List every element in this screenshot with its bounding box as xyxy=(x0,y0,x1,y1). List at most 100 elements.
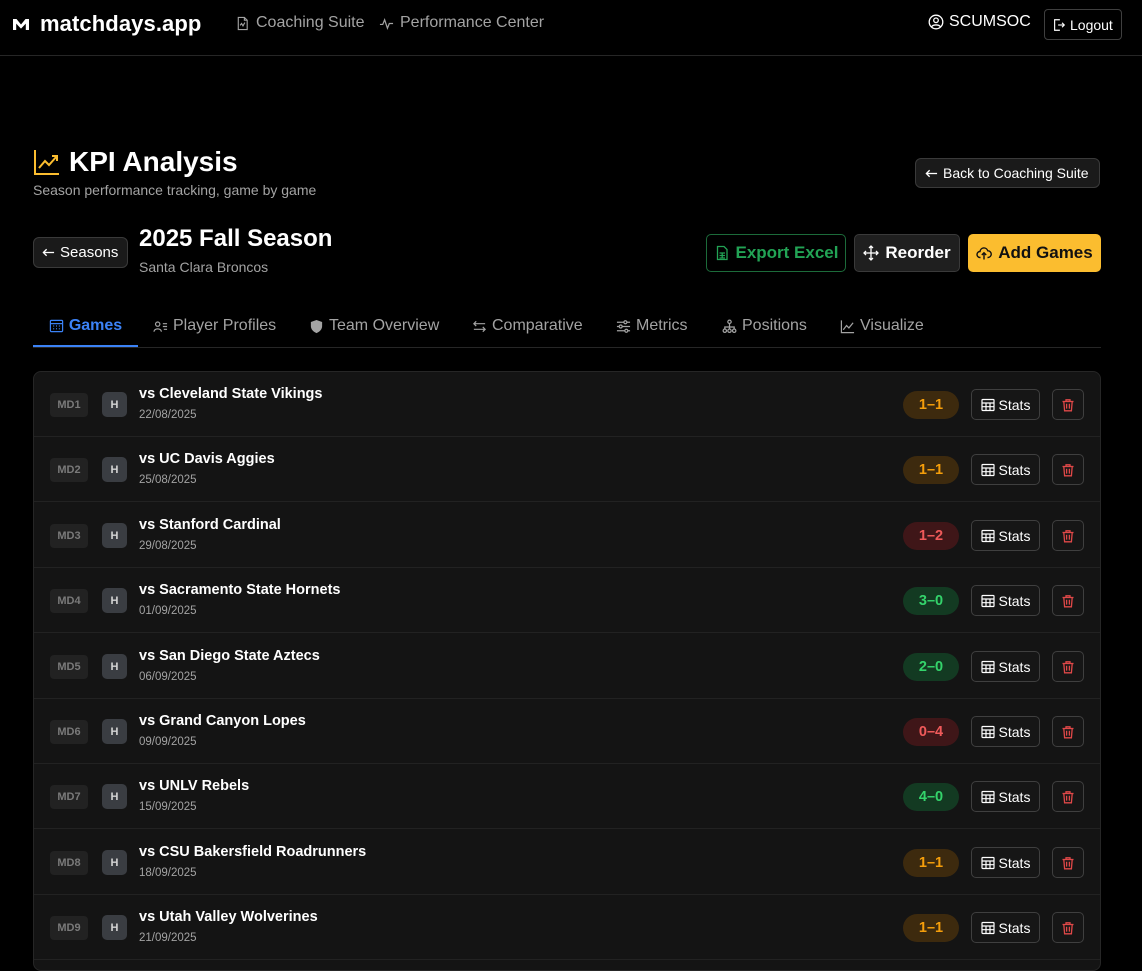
matchday-badge: MD2 xyxy=(50,458,88,482)
score-badge: 0–4 xyxy=(903,718,959,746)
export-excel-button[interactable]: Export Excel xyxy=(706,234,846,272)
matchday-badge: MD1 xyxy=(50,393,88,417)
table-icon xyxy=(980,594,995,607)
trash-icon xyxy=(1062,529,1074,542)
matchday-badge: MD5 xyxy=(50,655,88,679)
matchdays-logo-icon xyxy=(13,19,29,30)
user-circle-icon xyxy=(928,14,944,30)
page-title-wrap: KPI Analysis xyxy=(33,146,238,178)
tab-visualize[interactable]: Visualize xyxy=(840,306,924,346)
matchday-badge: MD4 xyxy=(50,589,88,613)
stats-button[interactable]: Stats xyxy=(971,651,1040,682)
reorder-label: Reorder xyxy=(885,243,951,262)
top-nav: matchdays.app Coaching Suite Performance… xyxy=(0,0,1142,56)
stats-button[interactable]: Stats xyxy=(971,520,1040,551)
user-menu[interactable]: SCUMSOC xyxy=(928,13,1031,31)
delete-game-button[interactable] xyxy=(1052,781,1084,812)
tab-player-profiles[interactable]: Player Profiles xyxy=(153,306,276,346)
venue-badge: H xyxy=(102,523,127,548)
seasons-back-button[interactable]: Seasons xyxy=(33,237,129,268)
brand-name: matchdays.app xyxy=(40,11,202,36)
stats-button[interactable]: Stats xyxy=(971,389,1040,420)
opponent-name: vs Utah Valley Wolverines xyxy=(139,909,318,925)
username: SCUMSOC xyxy=(949,13,1031,30)
tab-comparative[interactable]: Comparative xyxy=(472,306,583,346)
game-row[interactable]: MD1 Hvs Cleveland State Vikings 22/08/2025… xyxy=(34,372,1100,437)
stats-button[interactable]: Stats xyxy=(971,454,1040,485)
game-row[interactable]: MD8 Hvs CSU Bakersfield Roadrunners 18/09/… xyxy=(34,830,1100,895)
stats-label: Stats xyxy=(998,854,1031,871)
opponent-name: vs UNLV Rebels xyxy=(139,778,250,794)
stats-button[interactable]: Stats xyxy=(971,847,1040,878)
shield-icon xyxy=(310,319,323,333)
matchday-badge: MD7 xyxy=(50,785,88,809)
venue-badge: H xyxy=(102,719,127,744)
game-row[interactable]: MD7 Hvs UNLV Rebels 15/09/2025 4–0 Stats xyxy=(34,764,1100,829)
game-date: 06/09/2025 xyxy=(139,671,197,683)
venue-badge: H xyxy=(102,915,127,940)
stats-button[interactable]: Stats xyxy=(971,585,1040,616)
nav-link-label: Performance Center xyxy=(400,14,545,31)
table-icon xyxy=(980,725,995,738)
add-games-button[interactable]: Add Games xyxy=(968,234,1101,272)
stats-label: Stats xyxy=(998,461,1031,478)
delete-game-button[interactable] xyxy=(1052,454,1084,485)
game-row[interactable]: MD6 Hvs Grand Canyon Lopes 09/09/2025 0–4 St… xyxy=(34,699,1100,764)
game-row[interactable]: MD4 Hvs Sacramento State Hornets 01/09/202… xyxy=(34,568,1100,633)
tab-metrics[interactable]: Metrics xyxy=(616,306,688,346)
tab-games[interactable]: Games xyxy=(33,306,138,347)
matchday-badge: MD9 xyxy=(50,916,88,940)
game-date: 18/09/2025 xyxy=(139,867,197,879)
sliders-icon xyxy=(616,319,631,333)
logout-label: Logout xyxy=(1070,16,1113,33)
team-name: Santa Clara Broncos xyxy=(139,259,269,275)
seasons-label: Seasons xyxy=(60,244,119,261)
stats-button[interactable]: Stats xyxy=(971,912,1040,943)
back-to-coaching-suite-button[interactable]: Back to Coaching Suite xyxy=(915,158,1100,188)
document-icon xyxy=(237,16,248,30)
move-icon xyxy=(863,245,880,261)
delete-game-button[interactable] xyxy=(1052,847,1084,878)
opponent-name: vs Stanford Cardinal xyxy=(139,517,281,533)
delete-game-button[interactable] xyxy=(1052,389,1084,420)
delete-game-button[interactable] xyxy=(1052,585,1084,616)
games-list: MD1 Hvs Cleveland State Vikings 22/08/2025… xyxy=(33,371,1101,971)
stats-button[interactable]: Stats xyxy=(971,716,1040,747)
logout-button[interactable]: Logout xyxy=(1044,9,1122,40)
brand[interactable]: matchdays.app xyxy=(12,11,201,37)
table-icon xyxy=(980,529,995,542)
game-date: 21/09/2025 xyxy=(139,932,197,944)
stats-label: Stats xyxy=(998,723,1031,740)
delete-game-button[interactable] xyxy=(1052,651,1084,682)
trash-icon xyxy=(1062,594,1074,607)
tab-positions[interactable]: Positions xyxy=(722,306,807,346)
game-row[interactable]: MD9 Hvs Utah Valley Wolverines 21/09/2025 1… xyxy=(34,895,1100,960)
reorder-button[interactable]: Reorder xyxy=(854,234,960,272)
stats-label: Stats xyxy=(998,658,1031,675)
season-title: 2025 Fall Season xyxy=(139,225,333,252)
game-date: 15/09/2025 xyxy=(139,801,197,813)
stats-label: Stats xyxy=(998,527,1031,544)
logout-icon xyxy=(1054,18,1066,31)
trash-icon xyxy=(1062,921,1074,934)
delete-game-button[interactable] xyxy=(1052,716,1084,747)
opponent-name: vs Sacramento State Hornets xyxy=(139,582,341,598)
export-label: Export Excel xyxy=(735,243,839,262)
calendar-icon xyxy=(49,319,64,333)
nav-link-performance-center[interactable]: Performance Center xyxy=(379,14,544,32)
game-row[interactable]: MD3 Hvs Stanford Cardinal 29/08/2025 1–2 Sta… xyxy=(34,503,1100,568)
tab-team-overview[interactable]: Team Overview xyxy=(309,306,439,346)
table-icon xyxy=(980,660,995,673)
add-games-label: Add Games xyxy=(998,243,1093,262)
delete-game-button[interactable] xyxy=(1052,912,1084,943)
opponent-name: vs UC Davis Aggies xyxy=(139,451,275,467)
table-icon xyxy=(980,463,995,476)
game-row[interactable]: MD5 Hvs San Diego State Aztecs 06/09/2025 2… xyxy=(34,634,1100,699)
delete-game-button[interactable] xyxy=(1052,520,1084,551)
game-row[interactable]: MD2 Hvs UC Davis Aggies 25/08/2025 1–1 Stats xyxy=(34,437,1100,502)
venue-badge: H xyxy=(102,654,127,679)
nav-link-coaching-suite[interactable]: Coaching Suite xyxy=(235,14,365,32)
stats-button[interactable]: Stats xyxy=(971,781,1040,812)
score-badge: 4–0 xyxy=(903,783,959,811)
arrow-left-icon xyxy=(925,169,938,177)
